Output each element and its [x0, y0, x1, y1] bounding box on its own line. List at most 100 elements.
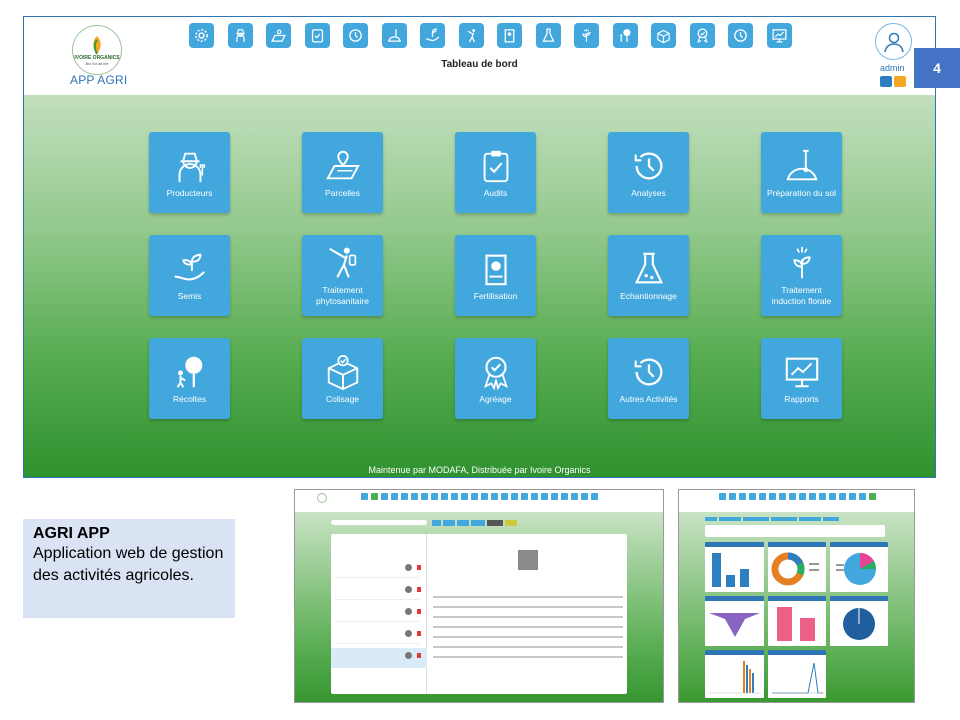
tile-label: Préparation du sol — [767, 187, 836, 198]
seedling-hand-icon — [426, 28, 440, 42]
tile-producteurs[interactable]: Producteurs — [149, 132, 230, 213]
farmer-icon — [178, 152, 205, 182]
nav-reports-button[interactable] — [766, 23, 792, 48]
nav-phyto-button[interactable] — [458, 23, 484, 48]
leaf-logo-icon — [93, 35, 101, 54]
tile-echantionnage[interactable]: Echantionnage — [608, 235, 689, 316]
tile-label: Récoltes — [172, 393, 207, 404]
thumbnail-blue-pie-chart — [830, 596, 888, 646]
nav-settings-button[interactable] — [189, 23, 214, 48]
nav-other-button[interactable] — [728, 23, 753, 48]
tile-label: Semis — [177, 290, 202, 301]
seedling-hand-icon — [174, 253, 205, 280]
app-header: IVOIRE ORGANICS Bio for all life APP AGR… — [24, 17, 935, 95]
reports-screen-thumbnail — [678, 489, 915, 703]
tile-agreage[interactable]: Agréage — [455, 338, 536, 419]
user-avatar[interactable] — [875, 23, 912, 60]
nav-producers-button[interactable] — [227, 23, 253, 48]
nav-seeding-button[interactable] — [420, 23, 445, 48]
blue-pie-chart-thumbnail — [843, 608, 875, 640]
approval-badge-icon — [696, 28, 708, 43]
floral-induction-icon — [792, 246, 811, 279]
tile-label: Autres Activités — [619, 393, 678, 404]
analysis-history-icon — [349, 29, 362, 42]
thumbnail-nav-icons — [361, 493, 598, 500]
gear-icon — [195, 29, 208, 42]
harvest-tree-icon — [176, 356, 202, 388]
thumbnail-search-bar — [331, 520, 427, 525]
logout-button[interactable] — [894, 76, 906, 87]
tile-traitement-induction-florale[interactable]: Traitement induction florale — [761, 235, 842, 316]
tile-label: Analyses — [631, 187, 666, 198]
nav-analyses-button[interactable] — [343, 23, 368, 48]
parcel-map-icon — [271, 29, 286, 42]
tile-autres-activites[interactable]: Autres Activités — [608, 338, 689, 419]
page-title: Tableau de bord — [441, 59, 518, 70]
producers-screen-thumbnail — [294, 489, 664, 703]
thumbnail-pink-bar-chart — [768, 596, 826, 646]
footer-text: Maintenue par MODAFA, Distribuée par Ivo… — [368, 465, 591, 475]
tile-preparation-du-sol[interactable]: Préparation du sol — [761, 132, 842, 213]
user-icon — [883, 32, 904, 52]
other-activities-icon — [734, 29, 747, 42]
audit-clipboard-icon — [311, 29, 323, 43]
tile-recoltes[interactable]: Récoltes — [149, 338, 230, 419]
area-chart-thumbnail — [709, 613, 760, 637]
sprayer-worker-icon — [467, 29, 475, 43]
soil-preparation-icon — [785, 149, 818, 180]
tile-label: Echantionnage — [620, 290, 677, 301]
sprayer-worker-icon — [328, 247, 356, 278]
thumbnail-header — [679, 490, 914, 512]
nav-harvest-button[interactable] — [612, 23, 638, 48]
tile-label: Traitement phytosanitaire — [316, 285, 369, 306]
nav-sampling-button[interactable] — [535, 23, 561, 48]
thumbnail-nav-icons — [719, 493, 876, 500]
tile-label: Producteurs — [166, 187, 213, 198]
packing-box-icon — [327, 354, 358, 390]
reports-chart-icon — [771, 29, 787, 43]
nav-grading-button[interactable] — [689, 23, 715, 48]
tile-label: Traitement induction florale — [771, 285, 832, 306]
tile-semis[interactable]: Semis — [149, 235, 230, 316]
harvest-tree-icon — [619, 29, 630, 42]
nav-parcels-button[interactable] — [266, 23, 291, 48]
analysis-history-icon — [634, 152, 662, 179]
farmer-icon — [235, 29, 245, 42]
nav-soil-button[interactable] — [381, 23, 407, 48]
donut-chart-thumbnail — [771, 552, 819, 586]
thumbnail-action-buttons — [432, 520, 517, 526]
app-name: APP AGRI — [70, 73, 128, 87]
thumbnail-filter-buttons — [705, 517, 839, 521]
thumbnail-pie-chart — [830, 542, 888, 592]
tile-audits[interactable]: Audits — [455, 132, 536, 213]
audit-clipboard-icon — [483, 150, 508, 182]
bar-chart-thumbnail — [712, 553, 749, 587]
tile-label: Rapports — [784, 393, 819, 404]
soil-preparation-icon — [387, 29, 401, 42]
nav-audits-button[interactable] — [304, 23, 330, 48]
profile-button[interactable] — [880, 76, 892, 87]
tile-traitement-phytosanitaire[interactable]: Traitement phytosanitaire — [302, 235, 383, 316]
other-activities-icon — [634, 358, 662, 385]
nav-fertilization-button[interactable] — [497, 23, 522, 48]
slide: IVOIRE ORGANICS Bio for all life APP AGR… — [0, 0, 960, 720]
thumbnail-filter-form — [705, 525, 885, 537]
tile-colisage[interactable]: Colisage — [302, 338, 383, 419]
tile-analyses[interactable]: Analyses — [608, 132, 689, 213]
thumbnail-body — [295, 512, 663, 702]
thumbnail-body — [679, 512, 914, 702]
tile-label: Colisage — [325, 393, 360, 404]
dashboard-body: Producteurs Parcelles Audits Analyses Pr… — [24, 95, 935, 477]
nav-floral-button[interactable] — [574, 23, 599, 48]
nav-packing-button[interactable] — [651, 23, 676, 48]
reports-chart-icon — [785, 357, 818, 387]
tile-label: Parcelles — [325, 187, 360, 198]
tile-parcelles[interactable]: Parcelles — [302, 132, 383, 213]
pie-chart-thumbnail — [836, 552, 877, 585]
thumbnail-logo — [317, 493, 327, 503]
tile-label: Agréage — [479, 393, 512, 404]
thumbnail-header — [295, 490, 663, 512]
tile-label: Audits — [483, 187, 508, 198]
tile-fertilisation[interactable]: Fertilisation — [455, 235, 536, 316]
tile-rapports[interactable]: Rapports — [761, 338, 842, 419]
